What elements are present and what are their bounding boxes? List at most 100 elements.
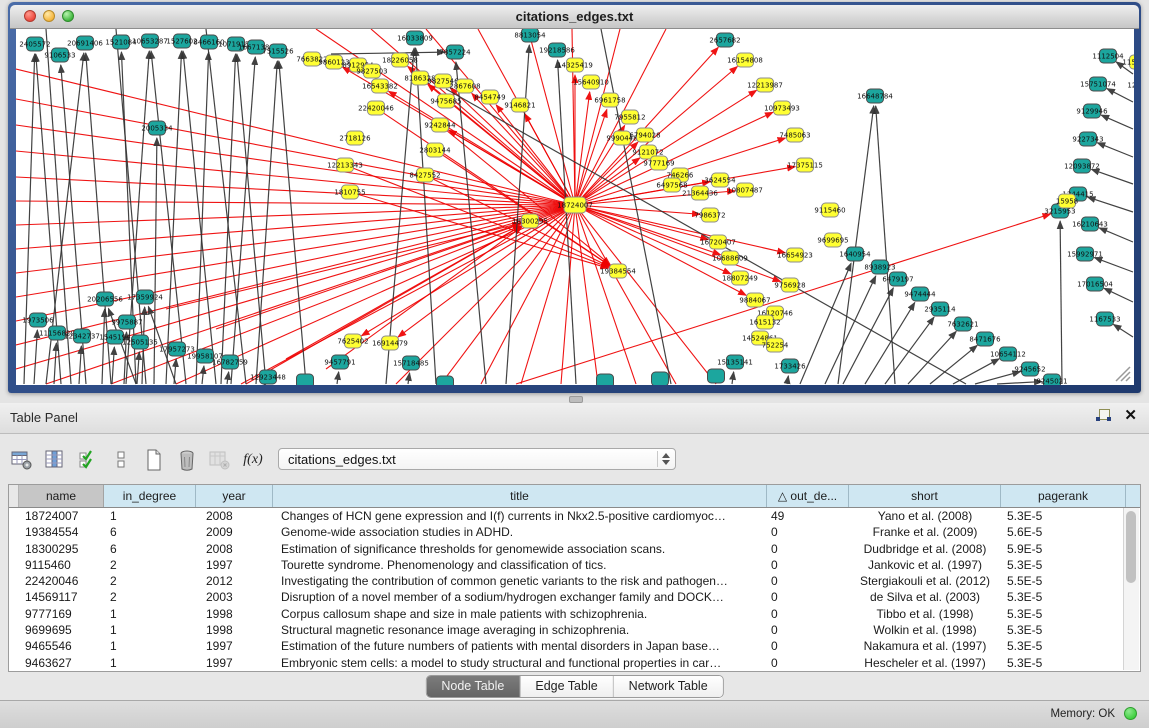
network-window-titlebar[interactable]: citations_edges.txt xyxy=(10,5,1139,29)
graph-node[interactable]: 2005334 xyxy=(141,121,173,135)
graph-node[interactable]: 14325419 xyxy=(557,58,593,72)
graph-node[interactable]: 1112504 xyxy=(1092,49,1124,63)
graph-node[interactable] xyxy=(652,372,669,385)
column-header-year[interactable]: year xyxy=(196,485,273,507)
table-row[interactable]: 2242004622012Investigating the contribut… xyxy=(9,573,1140,589)
graph-node[interactable]: 2405572 xyxy=(19,37,50,51)
graph-node[interactable]: 9245652 xyxy=(1014,362,1045,376)
graph-node[interactable]: 20691406 xyxy=(67,36,103,50)
graph-node[interactable]: 10973493 xyxy=(764,101,800,115)
table-options-icon[interactable] xyxy=(10,448,34,472)
graph-node[interactable]: 2935114 xyxy=(924,302,956,316)
graph-node[interactable]: 8813054 xyxy=(514,29,546,42)
graph-node[interactable]: 7986372 xyxy=(694,208,725,222)
graph-node[interactable]: 16154808 xyxy=(727,53,763,67)
show-columns-icon[interactable] xyxy=(43,448,67,472)
tab-network-table[interactable]: Network Table xyxy=(614,676,723,697)
graph-node[interactable]: 17016504 xyxy=(1077,277,1113,291)
graph-node[interactable]: 7625402 xyxy=(337,334,368,348)
graph-node[interactable]: 16654923 xyxy=(777,248,813,262)
graph-node[interactable]: 2657682 xyxy=(709,33,740,47)
graph-node[interactable]: 10653287 xyxy=(132,34,168,48)
table-selector-dropdown[interactable]: citations_edges.txt xyxy=(278,448,676,470)
vertical-scrollbar[interactable] xyxy=(1123,508,1139,670)
scrollbar-thumb[interactable] xyxy=(1126,511,1136,583)
graph-node[interactable]: 8471676 xyxy=(969,332,1001,346)
graph-node[interactable]: 22420046 xyxy=(358,101,394,115)
graph-node[interactable]: 7857224 xyxy=(439,45,471,59)
graph-node[interactable]: 17375115 xyxy=(787,158,823,172)
graph-node[interactable] xyxy=(297,374,314,385)
graph-node[interactable]: 15751074 xyxy=(1080,77,1116,91)
graph-node[interactable]: 16720407 xyxy=(700,235,736,249)
graph-node[interactable]: 2718126 xyxy=(339,131,371,145)
graph-node[interactable]: 7485063 xyxy=(779,128,810,142)
column-header-name[interactable]: name xyxy=(19,485,104,507)
resize-grip-icon[interactable] xyxy=(1116,367,1130,381)
column-header-short[interactable]: short xyxy=(849,485,1001,507)
delete-table-icon[interactable] xyxy=(175,448,199,472)
close-panel-icon[interactable]: ✕ xyxy=(1124,409,1137,423)
splitter-grip-icon[interactable] xyxy=(569,396,583,403)
table-row[interactable]: 969969511998Structural magnetic resonanc… xyxy=(9,622,1140,638)
table-row[interactable]: 946362711997Embryonic stem cells: a mode… xyxy=(9,655,1140,671)
table-row[interactable]: 1872400712008Changes of HCN gene express… xyxy=(9,508,1140,524)
graph-node[interactable]: 12923448 xyxy=(250,370,286,384)
column-header-title[interactable]: title xyxy=(273,485,767,507)
new-table-icon[interactable] xyxy=(142,448,166,472)
graph-node[interactable]: 15640910 xyxy=(573,75,609,89)
graph-node[interactable]: 1221397 xyxy=(1127,78,1134,92)
graph-node[interactable]: 12213987 xyxy=(747,78,783,92)
memory-status-icon[interactable] xyxy=(1124,707,1137,720)
function-builder-icon[interactable]: f(x) xyxy=(241,448,265,472)
graph-node[interactable]: 19218586 xyxy=(539,43,575,57)
graph-node[interactable]: 1810755 xyxy=(334,185,365,199)
graph-node[interactable]: 9115460 xyxy=(814,203,845,217)
graph-node[interactable]: 3624554 xyxy=(704,173,736,187)
graph-node[interactable]: 9975887 xyxy=(111,315,142,329)
column-header-out_de[interactable]: △ out_de... xyxy=(767,485,849,507)
graph-node[interactable]: 1640954 xyxy=(839,247,871,261)
graph-node[interactable]: 9474444 xyxy=(904,287,936,301)
graph-node[interactable] xyxy=(437,376,454,385)
table-row[interactable]: 1456911722003Disruption of a novel membe… xyxy=(9,589,1140,605)
graph-node[interactable] xyxy=(597,374,614,385)
tab-node-table[interactable]: Node Table xyxy=(426,676,520,697)
graph-node[interactable]: 16648784 xyxy=(857,89,893,103)
graph-node[interactable]: 6961758 xyxy=(594,93,625,107)
import-table-icon[interactable] xyxy=(208,448,232,472)
graph-node[interactable]: 20206556 xyxy=(87,292,123,306)
graph-node[interactable]: 16914479 xyxy=(372,336,408,350)
network-canvas[interactable]: 1872400724055722069140691065331065328715… xyxy=(16,29,1134,385)
float-panel-icon[interactable] xyxy=(1096,409,1110,423)
horizontal-splitter[interactable] xyxy=(0,393,1149,403)
graph-node[interactable]: 7632621 xyxy=(947,317,978,331)
row-height-icon[interactable] xyxy=(109,448,133,472)
table-row[interactable]: 911546021997Tourette syndrome. Phenomeno… xyxy=(9,557,1140,573)
table-row[interactable]: 1830029562008Estimation of significance … xyxy=(9,541,1140,557)
graph-node[interactable]: 9106533 xyxy=(44,48,75,62)
graph-node[interactable]: 1973506 xyxy=(22,313,54,327)
table-row[interactable]: 946554611997Estimation of the future num… xyxy=(9,638,1140,654)
column-header-in_degree[interactable]: in_degree xyxy=(104,485,196,507)
graph-node[interactable]: 15718485 xyxy=(393,356,429,370)
graph-node[interactable]: 1167533 xyxy=(1089,312,1120,326)
select-all-icon[interactable] xyxy=(76,448,100,472)
graph-node[interactable]: 10654112 xyxy=(990,347,1026,361)
graph-node[interactable]: 10688609 xyxy=(712,251,748,265)
graph-node[interactable]: 9146821 xyxy=(504,98,535,112)
graph-node[interactable]: 9475685 xyxy=(430,94,461,108)
table-row[interactable]: 977716911998Corpus callosum shape and si… xyxy=(9,606,1140,622)
graph-node[interactable]: 1733426 xyxy=(774,359,806,373)
graph-node[interactable] xyxy=(708,369,725,383)
graph-node[interactable]: 10807487 xyxy=(727,183,763,197)
graph-node[interactable]: 16033809 xyxy=(397,31,433,45)
table-row[interactable]: 1938455462009Genome-wide association stu… xyxy=(9,524,1140,540)
graph-node[interactable]: 9699695 xyxy=(817,233,848,247)
graph-node[interactable]: 15958 xyxy=(1056,194,1078,208)
graph-node[interactable]: 18807249 xyxy=(722,271,758,285)
graph-node[interactable]: 21364436 xyxy=(682,186,718,200)
tab-edge-table[interactable]: Edge Table xyxy=(520,676,613,697)
graph-node[interactable]: 9245021 xyxy=(1036,374,1067,385)
column-header-pagerank[interactable]: pagerank xyxy=(1001,485,1126,507)
